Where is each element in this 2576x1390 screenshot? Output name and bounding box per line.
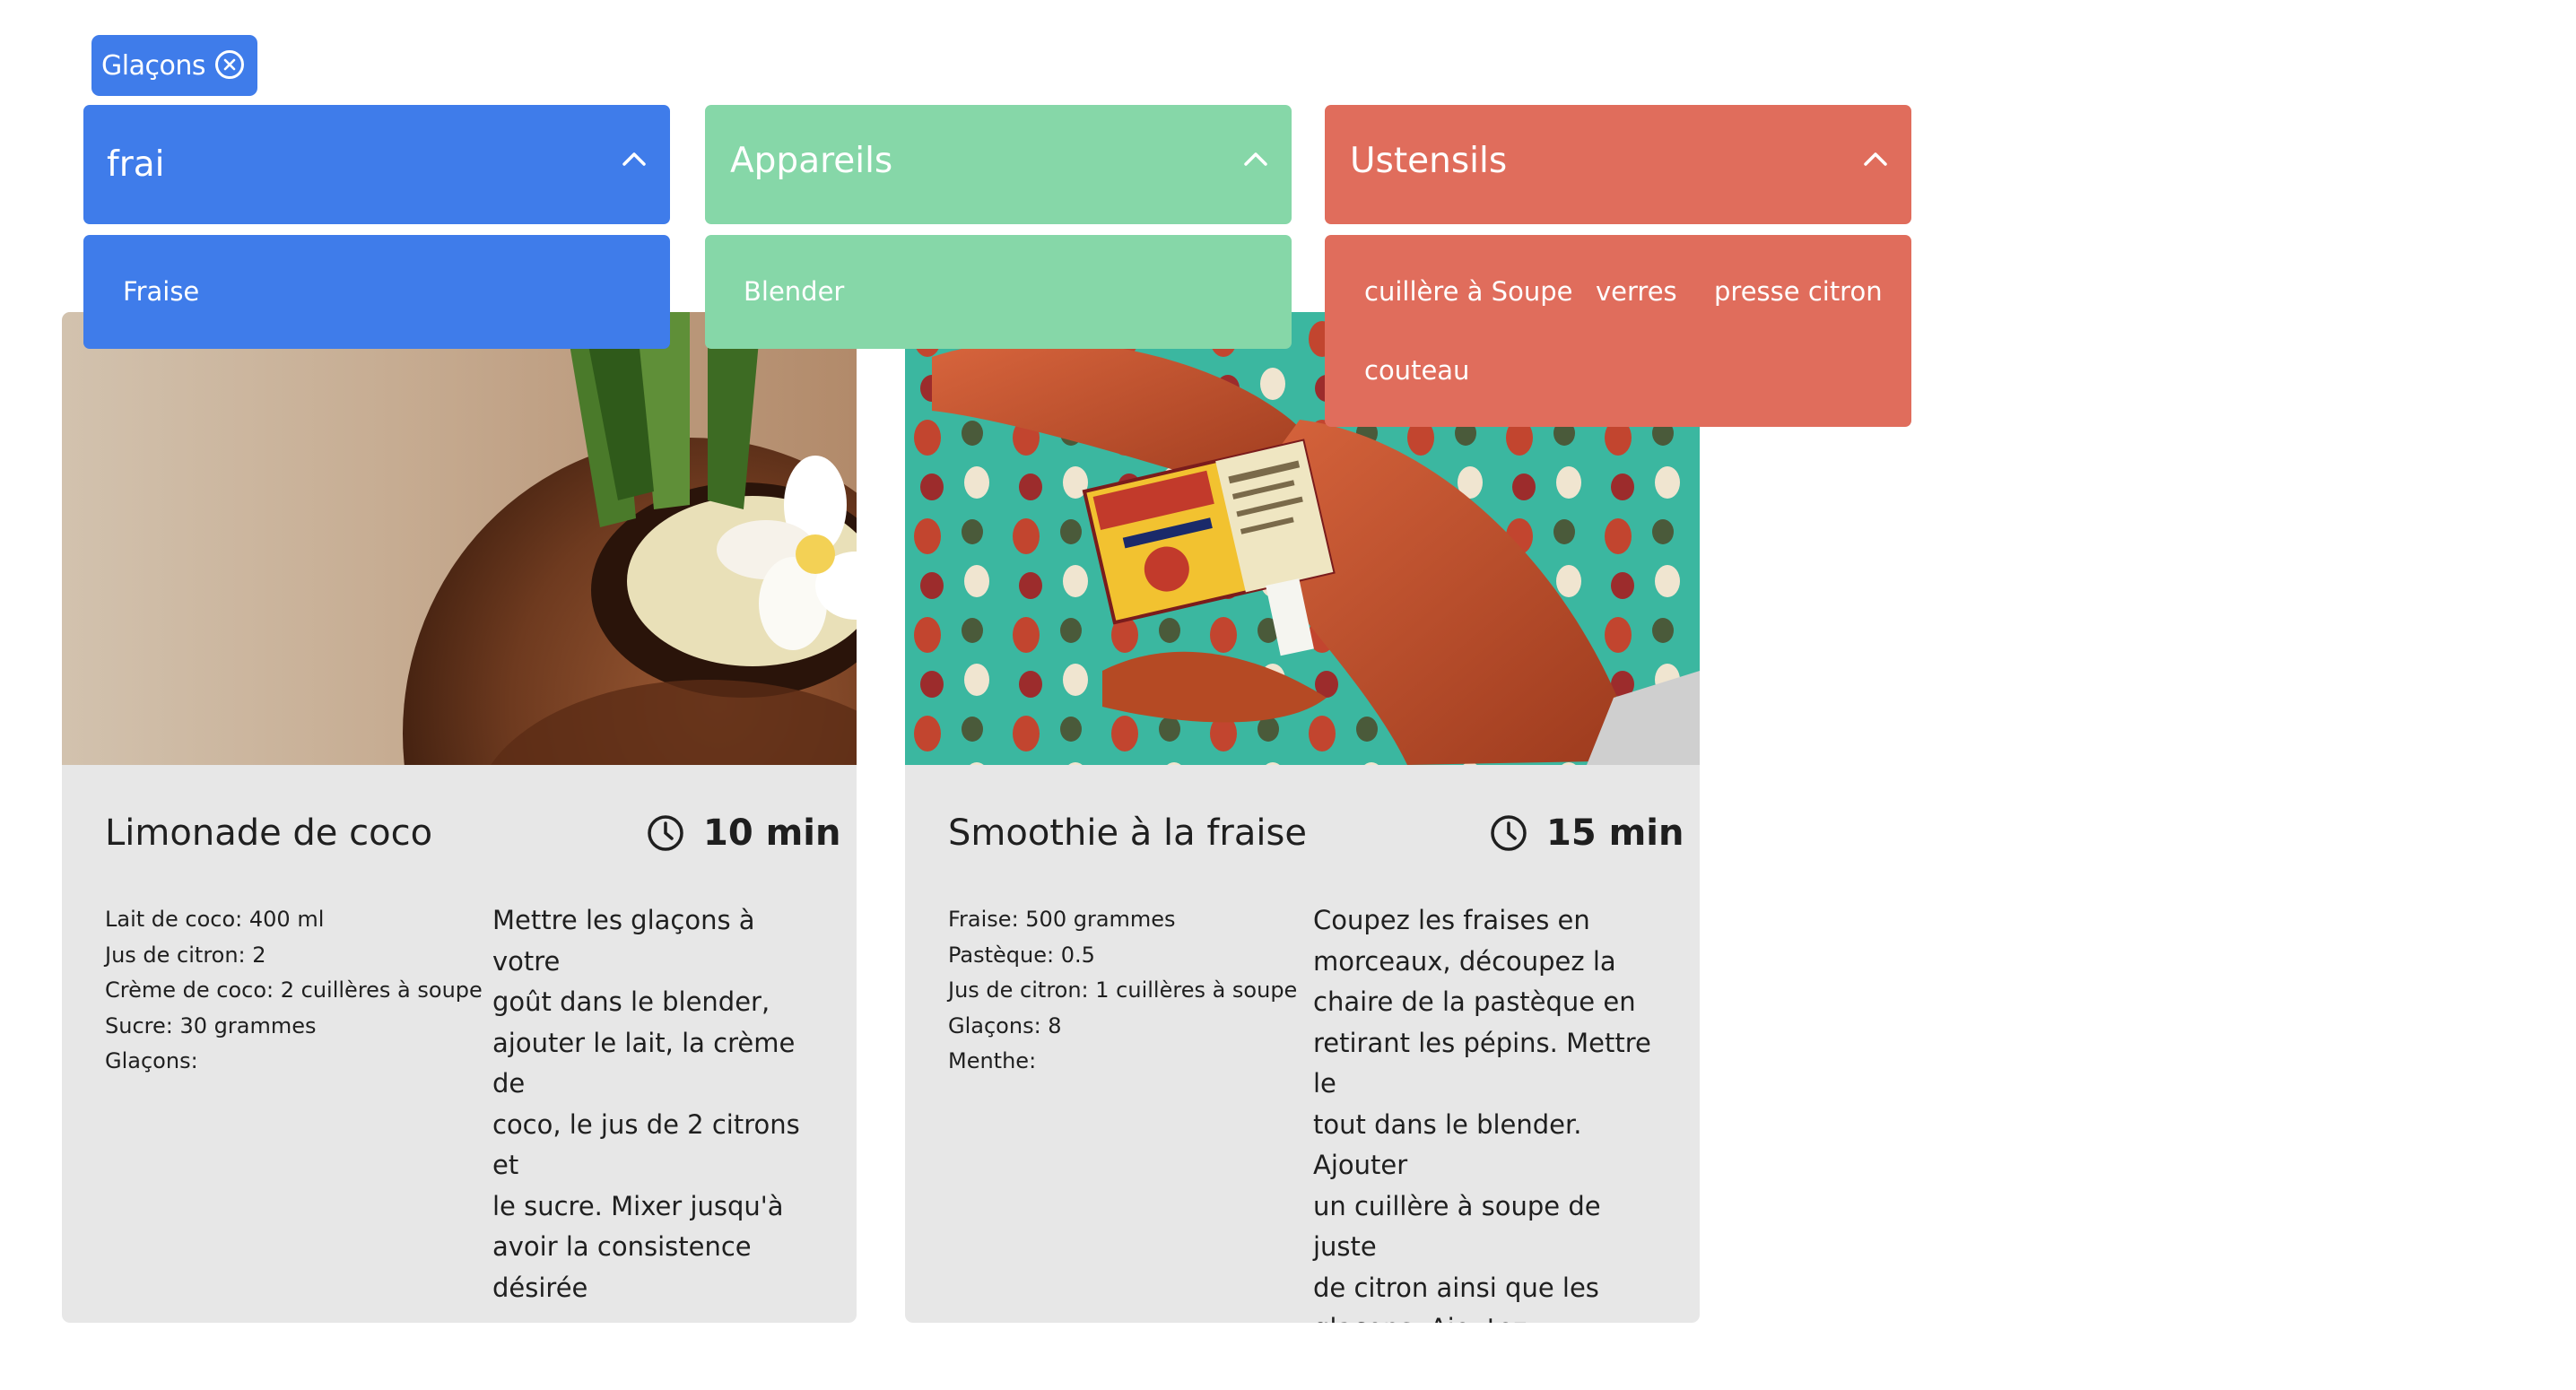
ingredients-dropdown-list: Fraise — [83, 235, 670, 349]
description-line: avoir la consistence — [492, 1231, 752, 1262]
tag-label: Glaçons — [101, 49, 205, 82]
ingredient-line: Glaçons: 8 — [948, 1012, 1062, 1038]
description-line: de citron ainsi que les — [1313, 1272, 1599, 1303]
appareils-dropdown-list: Blender — [705, 235, 1292, 349]
description-line: chaire de la pastèque en — [1313, 986, 1636, 1017]
ingredient-line: Jus de citron: 2 — [105, 942, 266, 968]
clock-icon — [648, 815, 683, 851]
description-line: morceaux, découpez la — [1313, 945, 1616, 977]
ustensils-filter[interactable]: Ustensils — [1325, 105, 1911, 224]
description-line: le sucre. Mixer jusqu'à — [492, 1190, 784, 1221]
ustensil-option-verres[interactable]: verres — [1596, 279, 1677, 305]
ingredient-line: Lait de coco: 400 ml — [105, 907, 325, 932]
clock-icon — [1491, 815, 1527, 851]
tag-close-icon[interactable] — [215, 50, 244, 79]
ustensils-filter-label: Ustensils — [1350, 141, 1508, 181]
recipe-title: Limonade de coco — [105, 812, 433, 854]
chevron-up-icon[interactable] — [1863, 151, 1888, 167]
ustensil-option-cuillere[interactable]: cuillère à Soupe — [1364, 279, 1572, 305]
recipe-time: 15 min — [1546, 812, 1684, 854]
chevron-up-icon[interactable] — [1243, 151, 1268, 167]
appareils-filter[interactable]: Appareils — [705, 105, 1292, 224]
ingredient-line: Menthe: — [948, 1048, 1037, 1073]
chevron-up-icon[interactable] — [622, 151, 647, 167]
description-line: désirée — [492, 1272, 588, 1303]
appareils-filter-label: Appareils — [730, 141, 893, 181]
recipe-time: 10 min — [703, 812, 841, 854]
appareil-option-blender[interactable]: Blender — [744, 279, 844, 305]
description-line: tout dans le blender. Ajouter — [1313, 1108, 1582, 1181]
description-line: un cuillère à soupe de juste — [1313, 1190, 1601, 1263]
description-line: Mettre les glaçons à votre — [492, 905, 755, 977]
description-line: glaçons. Ajoutez quelques... — [1313, 1308, 1672, 1323]
description-line: retirant les pépins. Mettre le — [1313, 1027, 1651, 1099]
ingredient-line: Crème de coco: 2 cuillères à soupe — [105, 977, 483, 1003]
ingredient-line: Fraise: 500 grammes — [948, 907, 1176, 932]
ingredients-search-input[interactable] — [107, 137, 591, 191]
recipe-card[interactable]: Smoothie à la fraise 15 min Fraise: 500 … — [905, 312, 1700, 1323]
ingredient-line: Sucre: 30 grammes — [105, 1012, 317, 1038]
recipe-ingredients: Fraise: 500 grammes Pastèque: 0.5 Jus de… — [948, 902, 1325, 1080]
coconut-drink-image — [62, 312, 857, 765]
ingredient-line: Glaçons: — [105, 1048, 198, 1073]
description-line: coco, le jus de 2 citrons et — [492, 1108, 800, 1181]
ingredients-filter[interactable] — [83, 105, 670, 224]
description-line: Coupez les fraises en — [1313, 905, 1590, 935]
description-line: goût dans le blender, — [492, 986, 770, 1017]
ingredient-line: Jus de citron: 1 cuillères à soupe — [948, 977, 1298, 1003]
recipe-description: Coupez les fraises en morceaux, découpez… — [1313, 900, 1672, 1323]
recipe-description: Mettre les glaçons à votre goût dans le … — [492, 900, 824, 1308]
recipe-ingredients: Lait de coco: 400 ml Jus de citron: 2 Cr… — [105, 902, 483, 1080]
ustensil-option-presse-citron[interactable]: presse citron — [1714, 279, 1883, 305]
description-line: ajouter le lait, la crème de — [492, 1027, 796, 1099]
ustensils-dropdown-list: cuillère à Soupe verres presse citron co… — [1325, 235, 1911, 427]
recipe-title: Smoothie à la fraise — [948, 812, 1307, 854]
ingredient-line: Pastèque: 0.5 — [948, 942, 1095, 968]
ingredient-option-fraise[interactable]: Fraise — [123, 279, 199, 305]
selected-tag-glacons: Glaçons — [91, 35, 257, 96]
ustensil-option-couteau[interactable]: couteau — [1364, 358, 1469, 384]
recipe-card[interactable]: Limonade de coco 10 min Lait de coco: 40… — [62, 312, 857, 1323]
